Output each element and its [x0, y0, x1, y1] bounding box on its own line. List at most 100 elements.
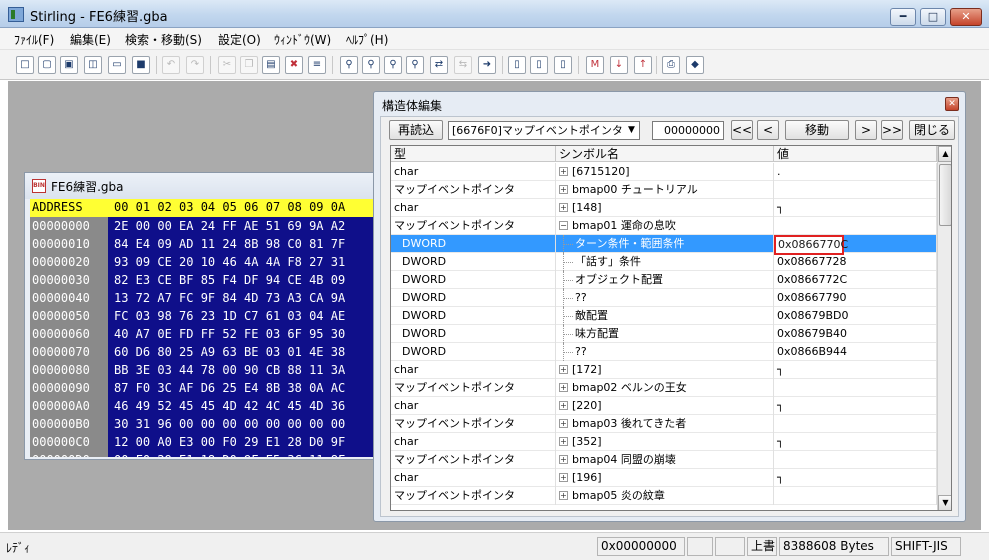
cell-value[interactable] [774, 451, 937, 469]
column-header-value[interactable]: 値 [774, 146, 937, 162]
table-row[interactable]: DWORD 味方配置 0x08679B40 [391, 325, 937, 343]
mark-next-icon[interactable]: ↓ [610, 56, 628, 74]
table-row[interactable]: char + [196] ┐ [391, 469, 937, 487]
hex-row-bytes[interactable]: 93 09 CE 20 10 46 4A 4A F8 27 31 [114, 253, 345, 271]
maximize-button[interactable]: □ [920, 8, 946, 26]
scroll-up-icon[interactable]: ▲ [938, 146, 951, 162]
hex-row[interactable]: 000000B0 30 31 96 00 00 00 00 00 00 00 00 [30, 415, 376, 433]
hex-row[interactable]: 00000000 2E 00 00 EA 24 FF AE 51 69 9A A2 [30, 217, 376, 235]
expand-icon[interactable]: + [559, 383, 568, 392]
close-button[interactable]: ✕ [950, 8, 982, 26]
delete-icon[interactable]: ✖ [285, 56, 303, 74]
hex-row[interactable]: 00000090 87 F0 3C AF D6 25 E4 8B 38 0A AC [30, 379, 376, 397]
mark-prev-icon[interactable]: ↑ [634, 56, 652, 74]
menu-file[interactable]: ﾌｧｲﾙ(F) [14, 31, 54, 48]
open-folder-icon[interactable]: ▭ [108, 56, 126, 74]
hex-row[interactable]: 00000060 40 A7 0E FD FF 52 FE 03 6F 95 30 [30, 325, 376, 343]
hex-row[interactable]: 000000D0 00 F0 29 E1 18 D0 9F E5 3C 11 8F [30, 451, 376, 457]
expand-icon[interactable]: + [559, 203, 568, 212]
print-icon[interactable]: ⎙ [662, 56, 680, 74]
table-row[interactable]: char + [352] ┐ [391, 433, 937, 451]
mark-icon[interactable]: M [586, 56, 604, 74]
cell-value[interactable] [774, 217, 937, 235]
cell-value[interactable]: ┐ [774, 469, 937, 487]
redo-icon[interactable]: ↷ [186, 56, 204, 74]
hex-row[interactable]: 00000010 84 E4 09 AD 11 24 8B 98 C0 81 7F [30, 235, 376, 253]
move-button[interactable]: 移動 [785, 120, 849, 140]
find-next-icon[interactable]: ⚲ [362, 56, 380, 74]
save-icon[interactable]: ■ [132, 56, 150, 74]
replace-all-icon[interactable]: ⇆ [454, 56, 472, 74]
hex-row-bytes[interactable]: BB 3E 03 44 78 00 90 CB 88 11 3A [114, 361, 345, 379]
hex-row-bytes[interactable]: 82 E3 CE BF 85 F4 DF 94 CE 4B 09 [114, 271, 345, 289]
cell-value[interactable] [774, 415, 937, 433]
hex-row-bytes[interactable]: 2E 00 00 EA 24 FF AE 51 69 9A A2 [114, 217, 345, 235]
copy-icon[interactable]: ❐ [240, 56, 258, 74]
expand-icon[interactable]: + [559, 167, 568, 176]
hex-row[interactable]: 000000A0 46 49 52 45 45 4D 42 4C 45 4D 36 [30, 397, 376, 415]
new-file-icon[interactable]: □ [16, 56, 34, 74]
cell-value[interactable]: ┐ [774, 361, 937, 379]
cut-icon[interactable]: ✂ [218, 56, 236, 74]
cell-value[interactable]: 0x0866770C [774, 235, 937, 255]
hex-row-bytes[interactable]: 12 00 A0 E3 00 F0 29 E1 28 D0 9F [114, 433, 345, 451]
scroll-down-icon[interactable]: ▼ [938, 495, 951, 510]
jump-icon[interactable]: ➜ [478, 56, 496, 74]
hex-row[interactable]: 00000040 13 72 A7 FC 9F 84 4D 73 A3 CA 9A [30, 289, 376, 307]
hex-row-bytes[interactable]: 13 72 A7 FC 9F 84 4D 73 A3 CA 9A [114, 289, 345, 307]
undo-icon[interactable]: ↶ [162, 56, 180, 74]
hex-row-bytes[interactable]: FC 03 98 76 23 1D C7 61 03 04 AE [114, 307, 345, 325]
expand-icon[interactable]: + [559, 185, 568, 194]
menu-window[interactable]: ｳｨﾝﾄﾞｳ(W) [274, 31, 331, 48]
hex-row-bytes[interactable]: 60 D6 80 25 A9 63 BE 03 01 4E 38 [114, 343, 345, 361]
find-icon[interactable]: ⚲ [340, 56, 358, 74]
hex-row[interactable]: 00000050 FC 03 98 76 23 1D C7 61 03 04 AE [30, 307, 376, 325]
cell-value[interactable]: . [774, 163, 937, 181]
replace-icon[interactable]: ⇄ [430, 56, 448, 74]
menu-edit[interactable]: 編集(E) [70, 31, 111, 48]
cell-value[interactable]: ┐ [774, 397, 937, 415]
address-input[interactable]: 00000000 [652, 121, 724, 140]
cell-value[interactable]: 0x0866772C [774, 271, 937, 289]
table-row[interactable]: DWORD?? 0x08667790 [391, 289, 937, 307]
hex-row-bytes[interactable]: 40 A7 0E FD FF 52 FE 03 6F 95 30 [114, 325, 345, 343]
table-row[interactable]: char + [6715120]. [391, 163, 937, 181]
close-struct-button[interactable]: 閉じる [909, 120, 955, 140]
cell-value[interactable]: ┐ [774, 199, 937, 217]
struct-window-titlebar[interactable]: 構造体編集 ✕ [374, 92, 965, 116]
hex-row-bytes[interactable]: 84 E4 09 AD 11 24 8B 98 C0 81 7F [114, 235, 345, 253]
hex-row[interactable]: 00000030 82 E3 CE BF 85 F4 DF 94 CE 4B 09 [30, 271, 376, 289]
hex-row[interactable]: 00000080 BB 3E 03 44 78 00 90 CB 88 11 3A [30, 361, 376, 379]
table-row[interactable]: DWORD オブジェクト配置 0x0866772C [391, 271, 937, 289]
cell-value[interactable]: 0x08679B40 [774, 325, 937, 343]
cell-value[interactable] [774, 379, 937, 397]
table-row[interactable]: DWORD 「話す」条件 0x08667728 [391, 253, 937, 271]
scroll-thumb[interactable] [939, 164, 951, 226]
expand-icon[interactable]: + [559, 473, 568, 482]
table-row[interactable]: マップイベントポインタ + bmap04 同盟の崩壊 [391, 451, 937, 469]
collapse-icon[interactable]: − [559, 221, 568, 230]
struct-grid[interactable]: 型 シンボル名 値 char + [6715120]. マップイベントポインタ + bma… [390, 145, 952, 511]
struct-select[interactable]: [6676F0]マップイベントポインタ ▼ [448, 121, 640, 140]
table-row[interactable]: DWORD 敵配置 0x08679BD0 [391, 307, 937, 325]
hex-row-bytes[interactable]: 00 F0 29 E1 18 D0 9F E5 3C 11 8F [114, 451, 345, 457]
page-1-icon[interactable]: ▯ [508, 56, 526, 74]
menu-search[interactable]: 検索・移動(S) [125, 31, 202, 48]
menu-help[interactable]: ﾍﾙﾌﾟ(H) [346, 31, 388, 48]
menu-settings[interactable]: 設定(O) [218, 31, 261, 48]
hex-view[interactable]: ADDRESS 00 01 02 03 04 05 06 07 08 09 0A… [30, 199, 376, 457]
table-row[interactable]: マップイベントポインタ + bmap03 後れてきた者 [391, 415, 937, 433]
settings-icon[interactable]: ◆ [686, 56, 704, 74]
hex-row-bytes[interactable]: 30 31 96 00 00 00 00 00 00 00 00 [114, 415, 345, 433]
expand-icon[interactable]: + [559, 491, 568, 500]
cell-value[interactable] [774, 487, 937, 505]
table-row[interactable]: DWORD ターン条件・範囲条件 0x0866770C [391, 235, 937, 255]
cell-value[interactable]: 0x0866B944 [774, 343, 937, 361]
expand-icon[interactable]: + [559, 401, 568, 410]
hex-row-bytes[interactable]: 87 F0 3C AF D6 25 E4 8B 38 0A AC [114, 379, 345, 397]
next-button[interactable]: > [855, 120, 877, 140]
expand-icon[interactable]: + [559, 419, 568, 428]
struct-edit-icon[interactable]: ≡ [308, 56, 326, 74]
cell-value[interactable]: ┐ [774, 433, 937, 451]
page-2-icon[interactable]: ▯ [530, 56, 548, 74]
